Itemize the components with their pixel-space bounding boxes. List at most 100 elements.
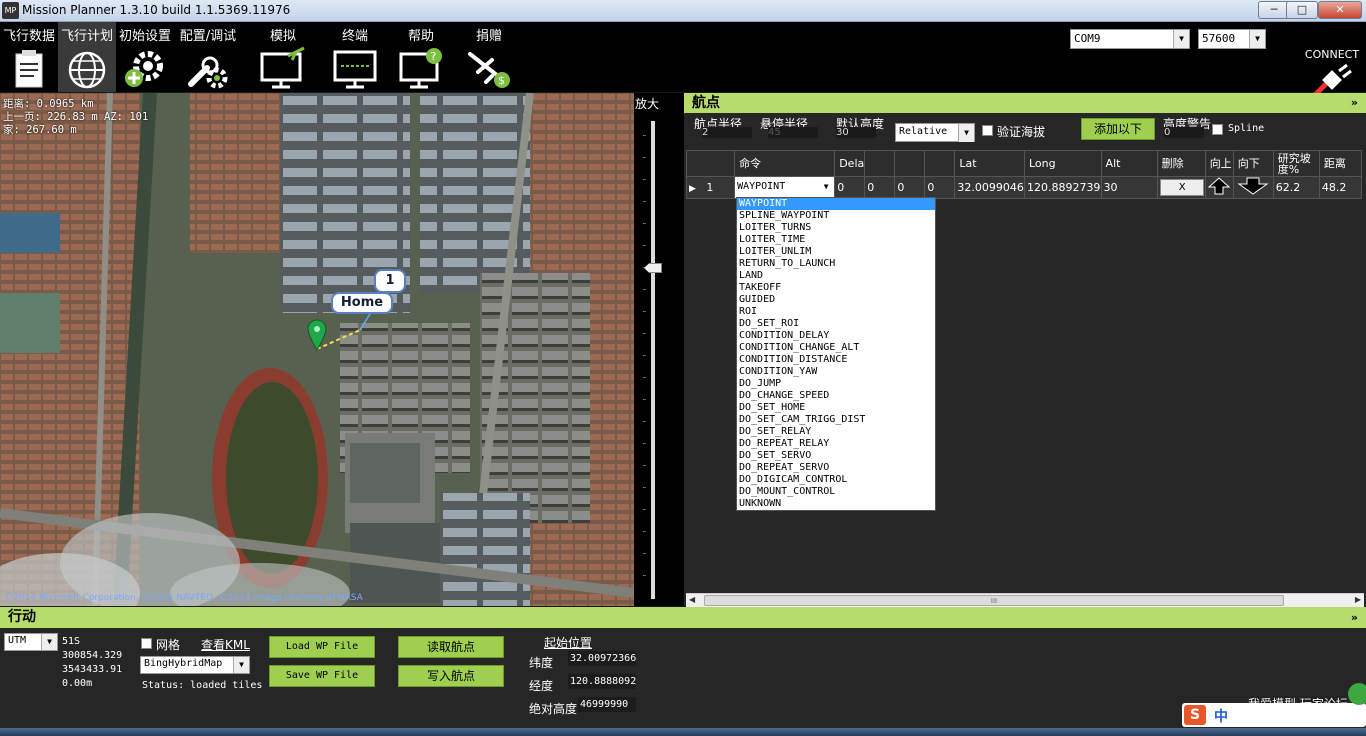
command-dropdown-list[interactable]: WAYPOINT SPLINE_WAYPOINT LOITER_TURNS LO… (736, 197, 936, 511)
grid-checkbox[interactable] (141, 638, 152, 649)
zoom-ticks (643, 135, 646, 585)
option-guided[interactable]: GUIDED (737, 294, 935, 306)
option-condition-distance[interactable]: CONDITION_DISTANCE (737, 354, 935, 366)
command-select[interactable]: WAYPOINT ▼ (735, 178, 834, 197)
option-condition-change-alt[interactable]: CONDITION_CHANGE_ALT (737, 342, 935, 354)
waypoint-1-label[interactable]: 1 (374, 269, 406, 293)
ime-toolbar[interactable]: S 中 (1182, 703, 1366, 727)
loiter-radius-input[interactable]: 45 (768, 127, 818, 138)
long-cell[interactable]: 120.8892739 (1023, 176, 1102, 199)
home-distance-text: 家: 267.60 m (3, 124, 77, 136)
port-select[interactable]: COM9 ▼ (1070, 29, 1190, 49)
col-header-delay: Dela (834, 150, 866, 177)
option-do-set-relay[interactable]: DO_SET_RELAY (737, 426, 935, 438)
alt-warn-input[interactable]: 0 (1164, 127, 1204, 138)
option-waypoint[interactable]: WAYPOINT (737, 198, 935, 210)
option-do-set-cam-trigg-dist[interactable]: DO_SET_CAM_TRIGG_DIST (737, 414, 935, 426)
option-do-change-speed[interactable]: DO_CHANGE_SPEED (737, 390, 935, 402)
view-kml-link[interactable]: 查看KML (201, 636, 250, 653)
menu-initial-setup[interactable]: 初始设置 (116, 22, 174, 92)
option-loiter-turns[interactable]: LOITER_TURNS (737, 222, 935, 234)
coord-system-select[interactable]: UTM ▼ (4, 633, 58, 651)
spline-checkbox[interactable] (1212, 124, 1223, 135)
option-do-repeat-relay[interactable]: DO_REPEAT_RELAY (737, 438, 935, 450)
chevron-down-icon: ▼ (823, 182, 829, 191)
add-below-button[interactable]: 添加以下 (1081, 118, 1155, 140)
zoom-track[interactable] (651, 121, 655, 599)
option-do-set-roi[interactable]: DO_SET_ROI (737, 318, 935, 330)
collapse-icon[interactable]: » (1351, 93, 1358, 113)
lat-cell[interactable]: 32.0099046 (954, 176, 1025, 199)
collapse-icon[interactable]: » (1351, 607, 1358, 628)
waypoint-grid-scrollbar[interactable]: ◀ III ▶ (686, 593, 1364, 607)
menu-terminal[interactable]: 终端 (326, 22, 384, 92)
param2-cell[interactable]: 0 (864, 176, 896, 199)
col-header-down: 向下 (1232, 150, 1274, 177)
param4-cell[interactable]: 0 (924, 176, 956, 199)
home-marker-icon[interactable] (306, 319, 328, 355)
delete-button[interactable]: X (1160, 179, 1205, 196)
param3-cell[interactable]: 0 (894, 176, 926, 199)
option-do-jump[interactable]: DO_JUMP (737, 378, 935, 390)
maximize-button[interactable]: □ (1286, 1, 1318, 19)
write-waypoints-button[interactable]: 写入航点 (398, 665, 504, 687)
param1-cell[interactable]: 0 (834, 176, 866, 199)
option-roi[interactable]: ROI (737, 306, 935, 318)
zoom-slider-thumb[interactable] (644, 263, 662, 273)
option-unknown[interactable]: UNKNOWN (737, 498, 935, 510)
option-do-repeat-servo[interactable]: DO_REPEAT_SERVO (737, 462, 935, 474)
row-index[interactable]: ▶ 1 (685, 176, 736, 199)
home-lat-input[interactable]: 32.00972366 (568, 651, 636, 666)
alt-frame-select[interactable]: Relative ▼ (895, 123, 975, 142)
ime-mode[interactable]: 中 (1214, 706, 1228, 726)
delete-cell[interactable]: X (1156, 176, 1206, 199)
menu-label: 帮助 (407, 29, 434, 44)
menu-config-tuning[interactable]: 配置/调试 (179, 22, 237, 92)
verify-height-checkbox[interactable] (982, 125, 993, 136)
map-type-select[interactable]: BingHybridMap ▼ (140, 656, 250, 674)
option-takeoff[interactable]: TAKEOFF (737, 282, 935, 294)
row-selector-icon: ▶ (689, 184, 696, 194)
menu-donate[interactable]: 捐赠 $ (460, 22, 518, 92)
option-condition-delay[interactable]: CONDITION_DELAY (737, 330, 935, 342)
down-cell[interactable] (1232, 176, 1274, 199)
alt-cell[interactable]: 30 (1100, 176, 1158, 199)
home-lng-input[interactable]: 120.8888092 (568, 674, 636, 689)
notification-badge-icon[interactable] (1348, 683, 1366, 705)
read-waypoints-button[interactable]: 读取航点 (398, 636, 504, 658)
option-do-set-servo[interactable]: DO_SET_SERVO (737, 450, 935, 462)
save-wp-file-button[interactable]: Save WP File (269, 665, 375, 687)
menu-flight-plan[interactable]: 飞行计划 (58, 22, 116, 92)
map-view[interactable]: Home 1 距离: 0.0965 km 上一页: 226.83 m AZ: 1… (0, 93, 634, 606)
connect-label: CONNECT (1304, 48, 1360, 61)
scrollbar-thumb[interactable]: III (704, 595, 1284, 606)
option-return-to-launch[interactable]: RETURN_TO_LAUNCH (737, 258, 935, 270)
load-wp-file-button[interactable]: Load WP File (269, 636, 375, 658)
menu-help[interactable]: 帮助 ? (392, 22, 450, 92)
col-header-grad: 研究坡度% (1272, 150, 1320, 177)
option-land[interactable]: LAND (737, 270, 935, 282)
option-do-mount-control[interactable]: DO_MOUNT_CONTROL (737, 486, 935, 498)
option-condition-yaw[interactable]: CONDITION_YAW (737, 366, 935, 378)
utm-northing: 3543433.91 (62, 664, 123, 675)
menu-simulation[interactable]: 模拟 (254, 22, 312, 92)
option-loiter-unlim[interactable]: LOITER_UNLIM (737, 246, 935, 258)
col-header-delete: 删除 (1156, 150, 1206, 177)
option-spline-waypoint[interactable]: SPLINE_WAYPOINT (737, 210, 935, 222)
baud-select[interactable]: 57600 ▼ (1198, 29, 1266, 49)
menu-flight-data[interactable]: 飞行数据 (0, 22, 58, 92)
option-loiter-time[interactable]: LOITER_TIME (737, 234, 935, 246)
arrow-up-icon[interactable] (1207, 177, 1230, 195)
command-cell[interactable]: WAYPOINT ▼ (734, 176, 836, 199)
arrow-down-icon[interactable] (1236, 177, 1270, 195)
default-alt-input[interactable]: 30 (836, 127, 876, 138)
home-alt-input[interactable]: 46999990 (578, 697, 636, 712)
wp-radius-input[interactable]: 2 (702, 127, 752, 138)
option-do-set-home[interactable]: DO_SET_HOME (737, 402, 935, 414)
scroll-left-icon[interactable]: ◀ (689, 595, 695, 604)
up-cell[interactable] (1204, 176, 1234, 199)
close-button[interactable]: ✕ (1318, 1, 1362, 19)
waypoint-row[interactable]: ▶ 1 WAYPOINT ▼ 0 0 0 0 32.0099046 120.88… (685, 176, 1363, 199)
option-do-digicam-control[interactable]: DO_DIGICAM_CONTROL (737, 474, 935, 486)
scroll-right-icon[interactable]: ▶ (1355, 595, 1361, 604)
